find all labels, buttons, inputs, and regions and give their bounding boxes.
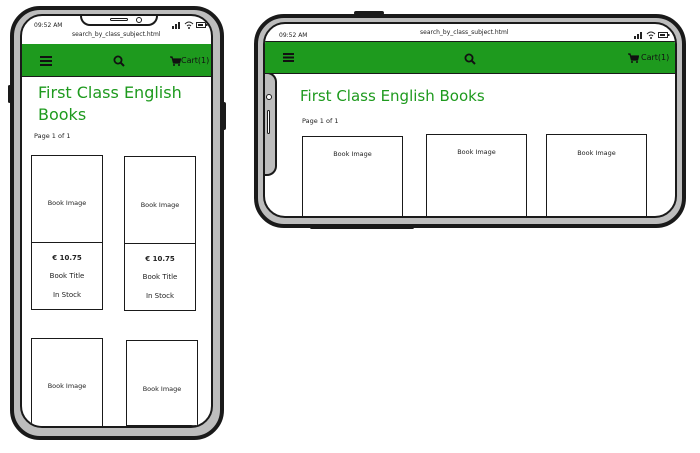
- book-image-label: Book Image: [457, 148, 496, 156]
- battery-icon: [658, 32, 670, 38]
- stock-status: In Stock: [52, 291, 82, 299]
- page-title: First Class English Books: [38, 82, 203, 126]
- book-card[interactable]: Book Image: [126, 340, 198, 426]
- book-card[interactable]: Book Image: [31, 338, 103, 426]
- book-image-label: Book Image: [47, 382, 87, 390]
- speaker-icon: [110, 18, 128, 21]
- book-card[interactable]: Book Image: [302, 136, 403, 216]
- book-price: € 10.75: [52, 254, 82, 262]
- pagination-text: Page 1 of 1: [302, 117, 339, 125]
- book-image-label: Book Image: [577, 149, 616, 157]
- pagination-text: Page 1 of 1: [34, 132, 71, 140]
- book-image-label: Book Image: [142, 385, 182, 393]
- page-title-line-1: First Class English: [38, 83, 182, 102]
- signal-icon: [634, 32, 642, 39]
- hamburger-menu-icon[interactable]: [40, 56, 52, 66]
- shopping-cart-icon: [170, 56, 181, 66]
- status-time: 09:52 AM: [279, 32, 308, 39]
- camera-icon: [136, 17, 142, 23]
- book-title[interactable]: Book Title: [32, 272, 102, 280]
- book-card[interactable]: Book Image € 10.75 Book Title In Stock: [31, 155, 103, 310]
- wifi-icon: [646, 31, 656, 39]
- status-time: 09:52 AM: [34, 22, 63, 29]
- portrait-screen: 09:52 AM search_by_class_subject.html Ca…: [20, 14, 213, 428]
- landscape-navbar: Cart(1): [265, 41, 675, 74]
- book-card[interactable]: Book Image: [546, 134, 647, 216]
- status-icons: [172, 21, 211, 29]
- book-image-label: Book Image: [140, 201, 180, 209]
- book-card[interactable]: Book Image € 10.75 Book Title In Stock: [124, 156, 196, 311]
- landscape-top-button: [354, 11, 384, 15]
- stock-status: In Stock: [145, 292, 175, 300]
- page-title-line-2: Books: [38, 105, 87, 124]
- cart-label: Cart(1): [181, 56, 210, 65]
- shopping-cart-icon: [628, 53, 639, 63]
- search-icon[interactable]: [464, 53, 476, 65]
- book-image: Book Image: [125, 157, 195, 244]
- signal-icon: [172, 22, 180, 29]
- portrait-side-button: [222, 102, 226, 130]
- wifi-icon: [184, 21, 194, 29]
- camera-icon: [266, 94, 272, 100]
- landscape-notch: [265, 72, 277, 176]
- landscape-bottom-button: [310, 226, 414, 229]
- book-image: Book Image: [32, 156, 102, 243]
- landscape-screen: 09:52 AM search_by_class_subject.html Ca…: [263, 22, 677, 218]
- book-title[interactable]: Book Title: [125, 273, 195, 281]
- book-image-label: Book Image: [333, 150, 372, 158]
- cart-label: Cart(1): [641, 53, 670, 62]
- page-url: search_by_class_subject.html: [72, 31, 161, 38]
- battery-icon: [196, 22, 208, 28]
- book-image-label: Book Image: [47, 199, 87, 207]
- portrait-navbar: Cart(1): [22, 44, 211, 77]
- book-card[interactable]: Book Image: [426, 134, 527, 216]
- page-url: search_by_class_subject.html: [420, 29, 509, 36]
- status-icons: [634, 31, 674, 39]
- speaker-icon: [267, 110, 270, 134]
- hamburger-menu-icon[interactable]: [283, 53, 294, 62]
- portrait-volume-button: [8, 85, 11, 103]
- book-price: € 10.75: [145, 255, 175, 263]
- page-title: First Class English Books: [300, 87, 485, 105]
- search-icon[interactable]: [113, 55, 125, 67]
